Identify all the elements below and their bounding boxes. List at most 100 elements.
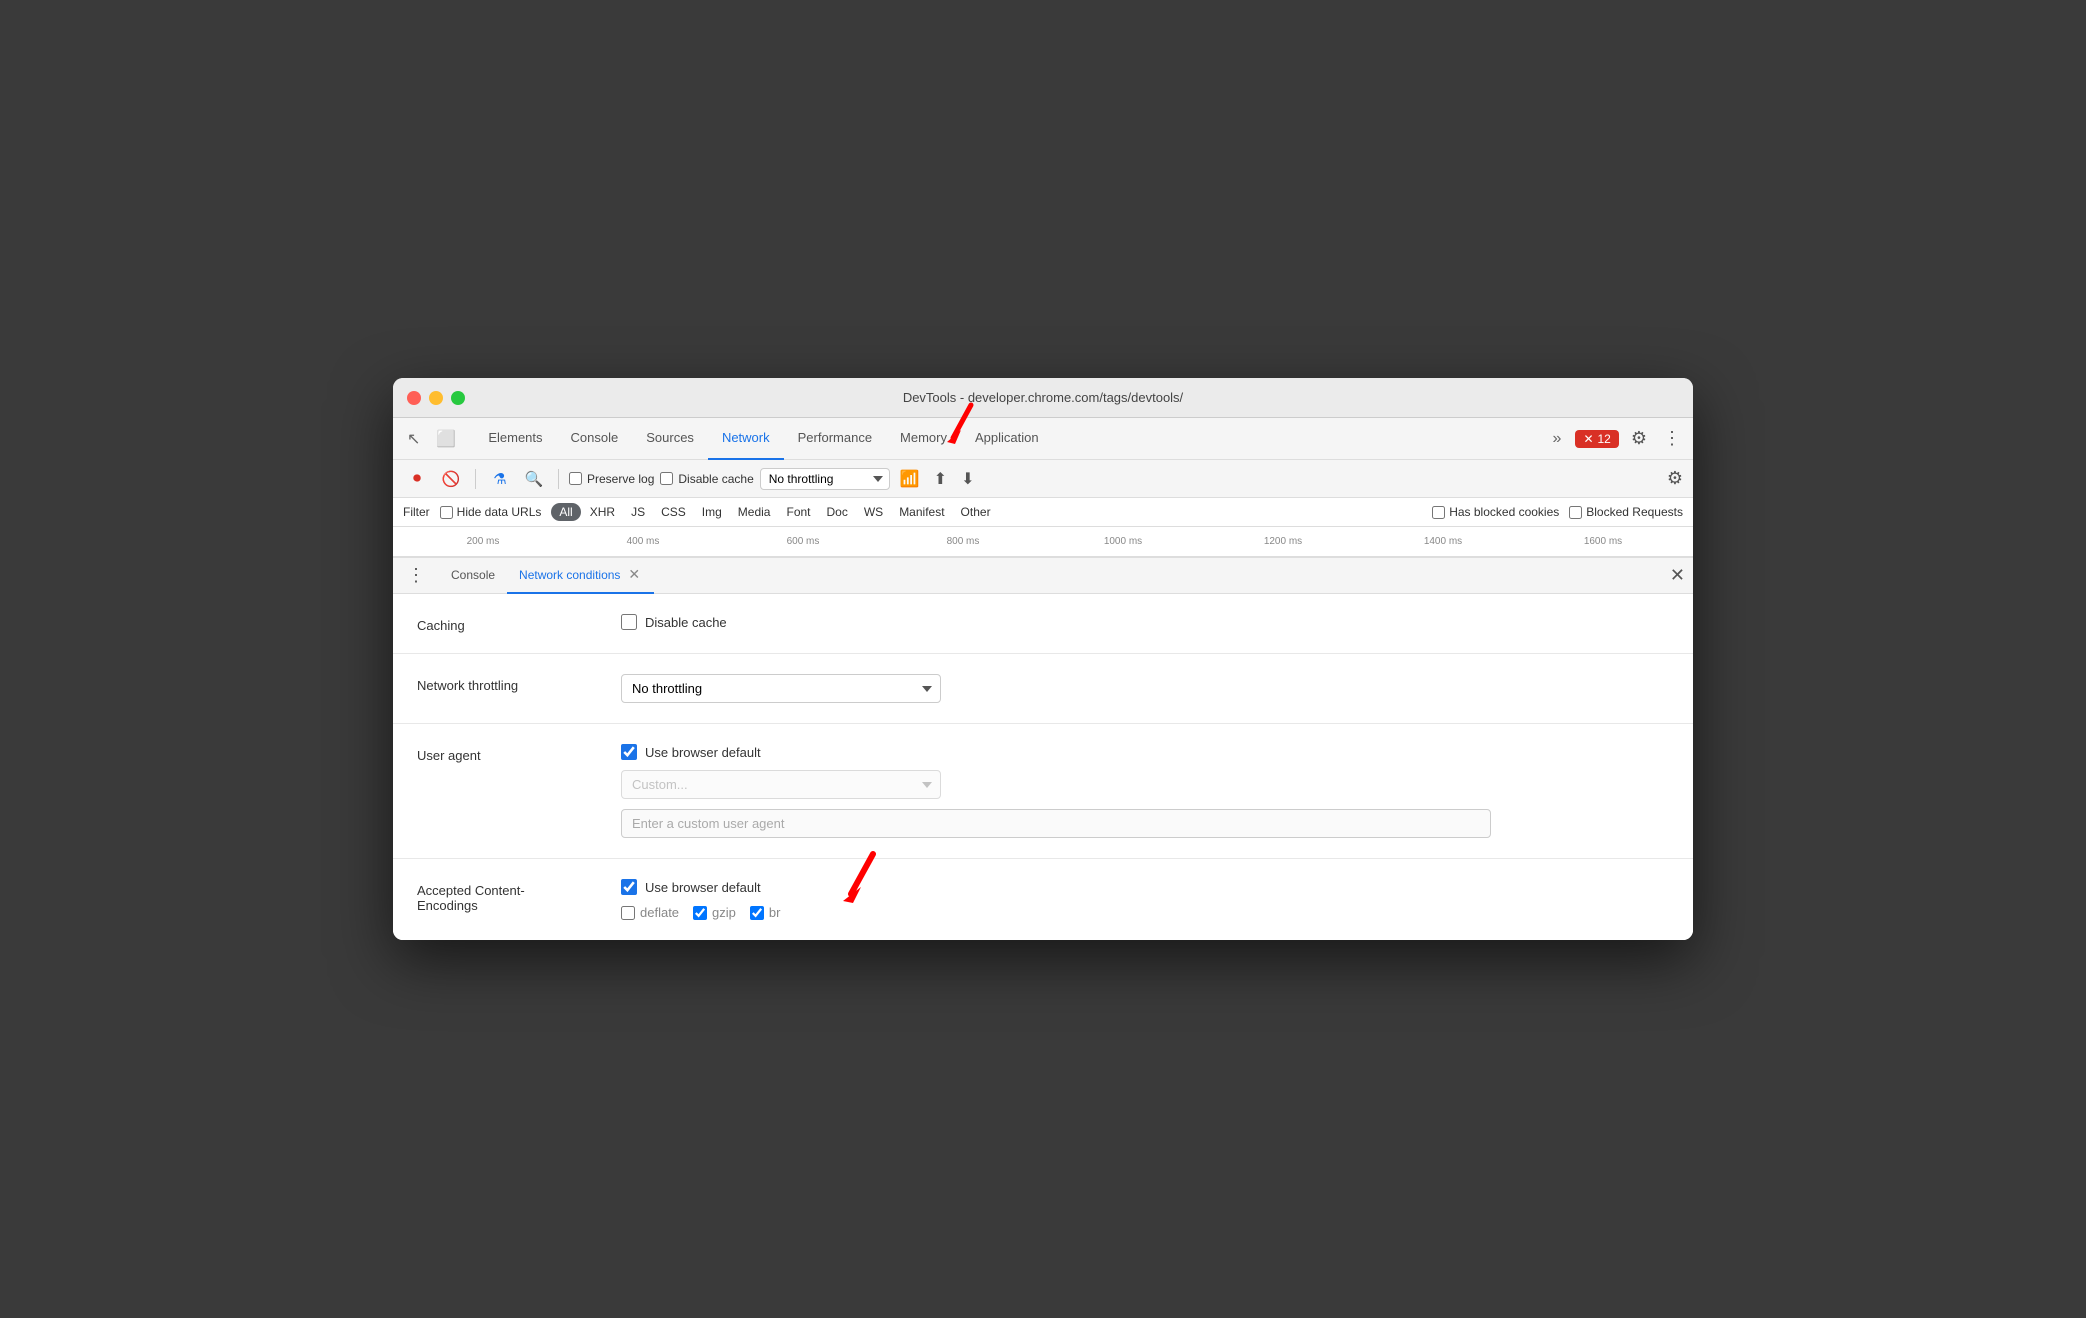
filter-type-media[interactable]: Media [731, 502, 778, 522]
tab-application[interactable]: Application [961, 418, 1053, 460]
br-label[interactable]: br [750, 905, 781, 920]
user-agent-controls: Use browser default Custom... [621, 744, 1669, 838]
filter-type-manifest[interactable]: Manifest [892, 502, 951, 522]
filter-label: Filter [403, 505, 430, 519]
filter-icon[interactable]: ⚗ [486, 465, 514, 493]
timeline-area: 200 ms 400 ms 600 ms 800 ms 1000 ms 1200… [393, 527, 1693, 557]
network-toolbar: ⏺ 🚫 ⚗ 🔍 Preserve log Disable cache No th… [393, 460, 1693, 498]
filter-type-js[interactable]: JS [624, 502, 652, 522]
clear-button[interactable]: 🚫 [437, 465, 465, 493]
has-blocked-cookies-label[interactable]: Has blocked cookies [1432, 505, 1559, 519]
gzip-label[interactable]: gzip [693, 905, 736, 920]
drawer-tab-network-conditions[interactable]: Network conditions ✕ [507, 558, 654, 594]
hide-data-urls-label[interactable]: Hide data URLs [440, 505, 542, 519]
hide-data-urls-checkbox[interactable] [440, 506, 453, 519]
network-conditions-content: Caching Disable cache Network throttling… [393, 594, 1693, 940]
close-button[interactable] [407, 391, 421, 405]
cursor-icon[interactable]: ↖ [401, 425, 426, 453]
upload-icon[interactable]: ⬆ [930, 467, 951, 491]
content-encodings-label: Accepted Content-Encodings [417, 879, 597, 913]
br-checkbox[interactable] [750, 906, 764, 920]
use-browser-default-label[interactable]: Use browser default [621, 744, 1669, 760]
wifi-icon[interactable]: 📶 [896, 467, 924, 491]
filter-type-font[interactable]: Font [779, 502, 817, 522]
disable-cache-label[interactable]: Disable cache [660, 472, 753, 486]
disable-cache-label[interactable]: Disable cache [621, 614, 1669, 630]
tab-right-buttons: » ✕ 12 ⚙ ⋮ [1547, 424, 1685, 453]
filter-type-all[interactable]: All [551, 503, 580, 521]
filter-type-other[interactable]: Other [954, 502, 998, 522]
content-encodings-row: Accepted Content-Encodings Use browser d… [393, 859, 1693, 940]
tab-performance[interactable]: Performance [784, 418, 886, 460]
more-options-icon[interactable]: ⋮ [1659, 424, 1685, 453]
custom-ua-select[interactable]: Custom... [621, 770, 941, 799]
tab-elements[interactable]: Elements [474, 418, 556, 460]
tab-memory[interactable]: Memory [886, 418, 961, 460]
user-agent-label: User agent [417, 744, 597, 763]
maximize-button[interactable] [451, 391, 465, 405]
disable-cache-checkbox[interactable] [660, 472, 673, 485]
error-count: 12 [1598, 432, 1611, 446]
blocked-requests-label[interactable]: Blocked Requests [1569, 505, 1683, 519]
filter-types: All XHR JS CSS Img Media Font Doc WS Man… [551, 502, 997, 522]
drawer-close-button[interactable]: ✕ [1670, 565, 1685, 586]
throttle-select[interactable]: No throttling Fast 3G Slow 3G Offline [760, 468, 890, 490]
tab-sources[interactable]: Sources [632, 418, 708, 460]
throttling-controls: No throttling Fast 3G Slow 3G Offline Cu… [621, 674, 1669, 703]
main-tabbar: ↖ ⬜ Elements Console Sources Network Per… [393, 418, 1693, 460]
drawer-menu-icon[interactable]: ⋮ [401, 561, 431, 590]
timeline-ticks: 200 ms 400 ms 600 ms 800 ms 1000 ms 1200… [403, 536, 1683, 547]
filter-type-ws[interactable]: WS [857, 502, 890, 522]
window-title: DevTools - developer.chrome.com/tags/dev… [903, 390, 1183, 405]
preserve-log-label[interactable]: Preserve log [569, 472, 654, 486]
encoding-checkboxes: deflate gzip br [621, 905, 1669, 920]
settings-icon[interactable]: ⚙ [1627, 424, 1651, 453]
tick-3: 600 ms [723, 536, 883, 547]
download-icon[interactable]: ⬇ [957, 467, 978, 491]
tick-7: 1400 ms [1363, 536, 1523, 547]
search-icon[interactable]: 🔍 [520, 465, 548, 493]
gzip-checkbox[interactable] [693, 906, 707, 920]
window-controls [407, 391, 465, 405]
use-browser-default-checkbox[interactable] [621, 744, 637, 760]
nav-icons: ↖ ⬜ [401, 425, 462, 453]
tick-1: 200 ms [403, 536, 563, 547]
throttling-dropdown[interactable]: No throttling Fast 3G Slow 3G Offline Cu… [621, 674, 941, 703]
disable-cache-checkbox[interactable] [621, 614, 637, 630]
tab-console[interactable]: Console [557, 418, 633, 460]
caching-controls: Disable cache [621, 614, 1669, 630]
filter-type-img[interactable]: Img [695, 502, 729, 522]
tick-2: 400 ms [563, 536, 723, 547]
drawer-tab-console[interactable]: Console [439, 558, 507, 594]
record-button[interactable]: ⏺ [403, 465, 431, 493]
more-tabs-icon[interactable]: » [1547, 426, 1568, 452]
filter-type-css[interactable]: CSS [654, 502, 693, 522]
use-browser-default-encodings-label[interactable]: Use browser default [621, 879, 1669, 895]
caching-row: Caching Disable cache [393, 594, 1693, 654]
custom-ua-input[interactable] [621, 809, 1491, 838]
caching-label: Caching [417, 614, 597, 633]
content-encodings-controls: Use browser default deflate gzip [621, 879, 1669, 920]
has-blocked-cookies-checkbox[interactable] [1432, 506, 1445, 519]
device-icon[interactable]: ⬜ [430, 425, 462, 453]
deflate-label[interactable]: deflate [621, 905, 679, 920]
tick-5: 1000 ms [1043, 536, 1203, 547]
tab-network[interactable]: Network [708, 418, 784, 460]
use-browser-default-encodings-checkbox[interactable] [621, 879, 637, 895]
throttling-label: Network throttling [417, 674, 597, 693]
network-settings-icon[interactable]: ⚙ [1667, 468, 1683, 489]
drawer-tab-close-icon[interactable]: ✕ [626, 566, 642, 583]
filter-type-xhr[interactable]: XHR [583, 502, 622, 522]
error-badge[interactable]: ✕ 12 [1575, 430, 1618, 448]
preserve-log-checkbox[interactable] [569, 472, 582, 485]
filter-type-doc[interactable]: Doc [820, 502, 855, 522]
minimize-button[interactable] [429, 391, 443, 405]
toolbar-divider-1 [475, 469, 476, 489]
user-agent-row: User agent Use browser default Custom... [393, 724, 1693, 859]
drawer-tabbar: ⋮ Console Network conditions ✕ ✕ [393, 558, 1693, 594]
drawer: ⋮ Console Network conditions ✕ ✕ Caching… [393, 557, 1693, 940]
toolbar-divider-2 [558, 469, 559, 489]
deflate-checkbox[interactable] [621, 906, 635, 920]
blocked-requests-checkbox[interactable] [1569, 506, 1582, 519]
devtools-window: DevTools - developer.chrome.com/tags/dev… [393, 378, 1693, 940]
